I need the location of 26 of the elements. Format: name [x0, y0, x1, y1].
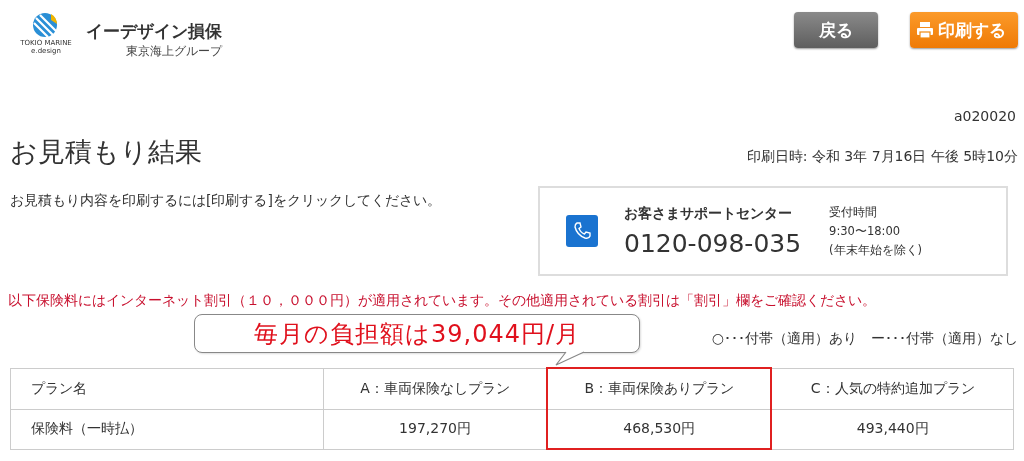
bubble-tail: [554, 351, 586, 366]
phone-number: 0120-098-035: [624, 228, 802, 258]
support-center-name: お客さまサポートセンター: [624, 204, 793, 223]
brand-group: 東京海上グループ: [126, 43, 222, 60]
column-header: A：車両保険なしプラン: [323, 368, 548, 410]
legend-text: ー･･･付帯（適用）なし: [871, 330, 1018, 348]
column-header: B：車両保険ありプラン: [547, 368, 772, 410]
brand-name: イーデザイン損保: [86, 20, 222, 43]
column-header: C：人気の特約追加プラン: [771, 368, 1014, 410]
legend-text: ○･･･付帯（適用）あり: [711, 330, 857, 348]
column-header: プラン名: [10, 368, 324, 410]
business-hours: 9:30〜18:00: [829, 222, 902, 240]
back-button[interactable]: 戻る: [794, 12, 878, 48]
table-cell: 493,440円: [771, 409, 1014, 449]
hours-label: 受付時間: [829, 203, 879, 221]
page-code: a020020: [953, 108, 1016, 124]
print-button[interactable]: 印刷する: [910, 12, 1018, 48]
table-cell: 468,530円: [547, 409, 772, 449]
phone-icon: [566, 215, 598, 247]
print-datetime: 印刷日時: 令和 3年 7月16日 午後 5時10分: [746, 148, 1018, 166]
printer-icon: [916, 21, 934, 39]
hours-note: (年末年始を除く): [829, 241, 923, 259]
instruction-text: お見積もり内容を印刷するには[印刷する]をクリックしてください。: [10, 192, 441, 210]
page-title: お見積もり結果: [10, 135, 202, 169]
discount-notice: 以下保険料にはインターネット割引（１０，０００円）が適用されています。その他適用されている割引は「割引」欄をご確認ください。: [8, 292, 876, 308]
table-cell: 保険料（一時払）: [10, 409, 324, 449]
